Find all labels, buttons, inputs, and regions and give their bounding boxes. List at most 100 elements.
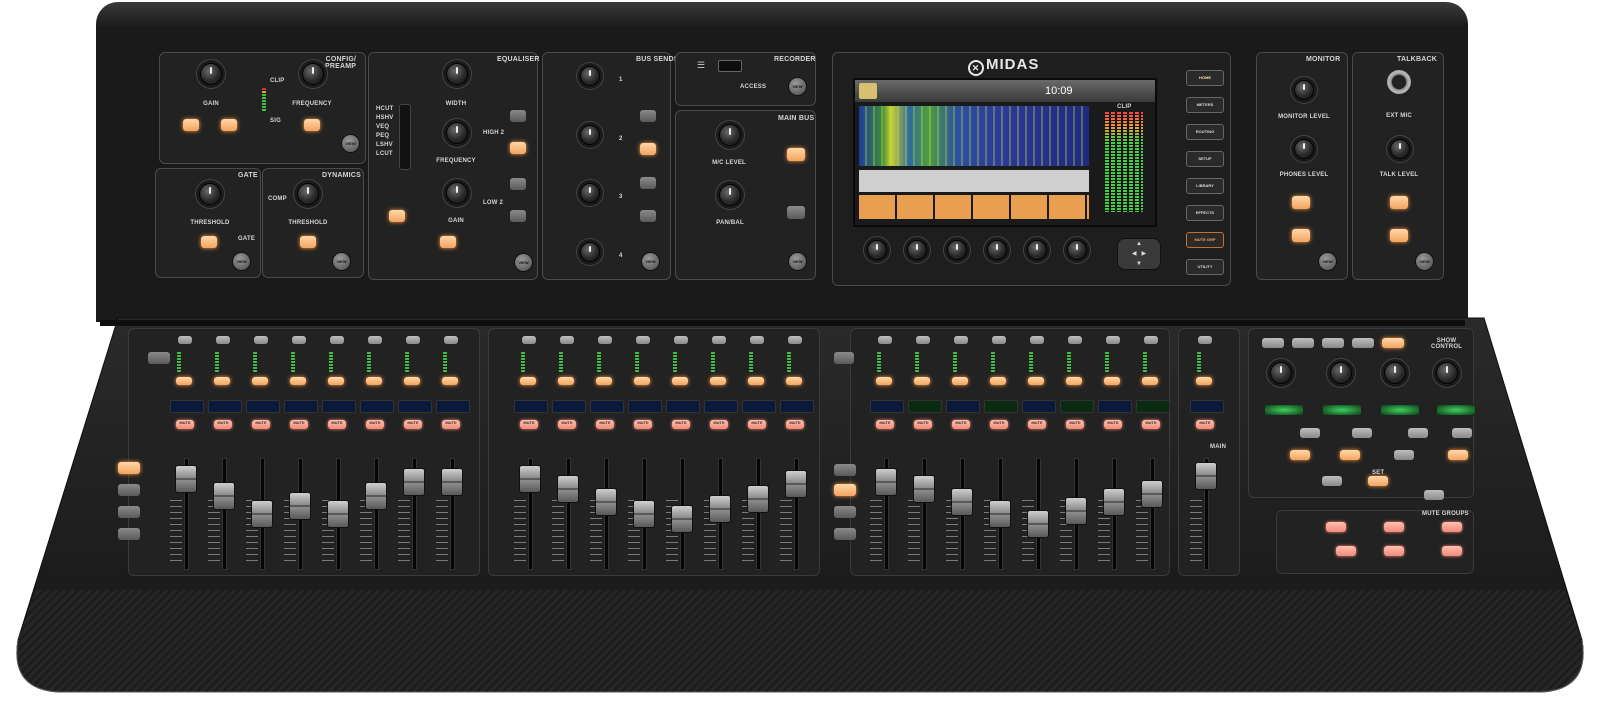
channel-select-button-21[interactable] bbox=[1030, 336, 1044, 344]
bus-sends-view-button[interactable]: VIEW bbox=[641, 252, 660, 271]
channel-solo-button-6[interactable] bbox=[366, 377, 382, 385]
fader-cap-2[interactable] bbox=[213, 482, 235, 510]
channel-solo-button-3[interactable] bbox=[252, 377, 268, 385]
fader-cap-16[interactable] bbox=[785, 470, 807, 498]
fader-cap-9[interactable] bbox=[519, 465, 541, 493]
channel-solo-button-10[interactable] bbox=[558, 377, 574, 385]
talk-a-button[interactable] bbox=[1390, 196, 1408, 209]
assignable-knob-4[interactable] bbox=[1436, 362, 1458, 384]
home-button[interactable]: HOME bbox=[1186, 70, 1224, 86]
bus-sends-bank-2[interactable] bbox=[640, 143, 656, 155]
eq-hi-shelf-button[interactable] bbox=[510, 142, 526, 154]
assignable-key-3[interactable] bbox=[1408, 428, 1428, 438]
mute-group-key-4[interactable] bbox=[1336, 546, 1356, 556]
fader-cap-4[interactable] bbox=[289, 492, 311, 520]
channel-solo-button-8[interactable] bbox=[442, 377, 458, 385]
assignable-key-8[interactable] bbox=[1448, 450, 1468, 460]
fader-cap-19[interactable] bbox=[951, 488, 973, 516]
fader-cap-25[interactable] bbox=[1195, 462, 1217, 490]
channel-select-button-4[interactable] bbox=[292, 336, 306, 344]
channel-mute-button-21[interactable]: MUTE bbox=[1028, 420, 1046, 429]
channel-solo-button-14[interactable] bbox=[710, 377, 726, 385]
fader-cap-1[interactable] bbox=[175, 465, 197, 493]
bus-send-1-knob[interactable] bbox=[580, 66, 600, 86]
eq-low2-button[interactable] bbox=[510, 178, 526, 190]
channel-select-button-12[interactable] bbox=[636, 336, 650, 344]
assignable-knob-1[interactable] bbox=[1270, 362, 1292, 384]
channel-solo-button-17[interactable] bbox=[876, 377, 892, 385]
centre-bank-button-2[interactable] bbox=[834, 484, 856, 496]
channel-solo-button-15[interactable] bbox=[748, 377, 764, 385]
config-view-button[interactable]: VIEW bbox=[341, 134, 360, 153]
navigation-pad[interactable]: ▲ ◀ ▶ ▼ bbox=[1117, 238, 1161, 270]
channel-select-button-23[interactable] bbox=[1106, 336, 1120, 344]
monitor-mono-button[interactable] bbox=[1292, 196, 1310, 209]
eq-view-button[interactable]: VIEW bbox=[514, 253, 533, 272]
assignable-key-4[interactable] bbox=[1452, 428, 1472, 438]
mute-group-key-5[interactable] bbox=[1384, 546, 1404, 556]
channel-mute-button-5[interactable]: MUTE bbox=[328, 420, 346, 429]
gate-button[interactable] bbox=[201, 236, 217, 248]
fader-cap-12[interactable] bbox=[633, 500, 655, 528]
fader-cap-20[interactable] bbox=[989, 500, 1011, 528]
layer-button-3[interactable] bbox=[118, 506, 140, 518]
show-control-key-3[interactable] bbox=[1322, 338, 1344, 348]
channel-select-button-2[interactable] bbox=[216, 336, 230, 344]
channel-mute-button-25[interactable]: MUTE bbox=[1196, 420, 1214, 429]
centre-bank-button-1[interactable] bbox=[834, 464, 856, 476]
channel-solo-button-24[interactable] bbox=[1142, 377, 1158, 385]
fader-cap-3[interactable] bbox=[251, 500, 273, 528]
channel-mute-button-22[interactable]: MUTE bbox=[1066, 420, 1084, 429]
channel-mute-button-2[interactable]: MUTE bbox=[214, 420, 232, 429]
channel-mute-button-13[interactable]: MUTE bbox=[672, 420, 690, 429]
eq-frequency-knob[interactable] bbox=[446, 122, 468, 144]
phones-level-knob[interactable] bbox=[1294, 139, 1314, 159]
phantom-button[interactable] bbox=[183, 119, 199, 131]
screen-encoder-2[interactable] bbox=[907, 240, 927, 260]
channel-solo-button-25[interactable] bbox=[1196, 377, 1212, 385]
centre-bank-button-4[interactable] bbox=[834, 528, 856, 540]
main-bus-view-button[interactable]: VIEW bbox=[788, 252, 807, 271]
talk-b-button[interactable] bbox=[1390, 229, 1408, 242]
eq-in-button[interactable] bbox=[389, 210, 405, 222]
channel-mute-button-11[interactable]: MUTE bbox=[596, 420, 614, 429]
channel-mute-button-16[interactable]: MUTE bbox=[786, 420, 804, 429]
screen-encoder-4[interactable] bbox=[987, 240, 1007, 260]
channel-solo-button-9[interactable] bbox=[520, 377, 536, 385]
centre-select-button[interactable] bbox=[834, 352, 854, 364]
assignable-knob-2[interactable] bbox=[1330, 362, 1352, 384]
show-control-key-2[interactable] bbox=[1292, 338, 1314, 348]
main-stereo-button[interactable] bbox=[787, 206, 805, 219]
channel-select-button-8[interactable] bbox=[444, 336, 458, 344]
phase-button[interactable] bbox=[221, 119, 237, 131]
channel-select-button-1[interactable] bbox=[178, 336, 192, 344]
channel-select-button-13[interactable] bbox=[674, 336, 688, 344]
fader-cap-13[interactable] bbox=[671, 505, 693, 533]
fader-cap-21[interactable] bbox=[1027, 510, 1049, 538]
mute-group-key-3[interactable] bbox=[1442, 522, 1462, 532]
fader-cap-18[interactable] bbox=[913, 475, 935, 503]
dynamics-threshold-knob[interactable] bbox=[297, 183, 319, 205]
eq-lpf-button[interactable] bbox=[510, 210, 526, 222]
channel-mute-button-9[interactable]: MUTE bbox=[520, 420, 538, 429]
utility-button[interactable]: UTILITY bbox=[1186, 259, 1224, 275]
channel-mute-button-19[interactable]: MUTE bbox=[952, 420, 970, 429]
mute-group-key-6[interactable] bbox=[1442, 546, 1462, 556]
channel-solo-button-7[interactable] bbox=[404, 377, 420, 385]
channel-select-button-19[interactable] bbox=[954, 336, 968, 344]
monitor-dim-button[interactable] bbox=[1292, 229, 1310, 242]
centre-bank-button-3[interactable] bbox=[834, 506, 856, 518]
channel-select-button-22[interactable] bbox=[1068, 336, 1082, 344]
channel-solo-button-2[interactable] bbox=[214, 377, 230, 385]
channel-select-button-15[interactable] bbox=[750, 336, 764, 344]
channel-mute-button-10[interactable]: MUTE bbox=[558, 420, 576, 429]
channel-mute-button-15[interactable]: MUTE bbox=[748, 420, 766, 429]
channel-select-button-5[interactable] bbox=[330, 336, 344, 344]
frequency-knob[interactable] bbox=[302, 63, 324, 85]
channel-mute-button-7[interactable]: MUTE bbox=[404, 420, 422, 429]
usb-port[interactable] bbox=[718, 60, 742, 72]
channel-solo-button-12[interactable] bbox=[634, 377, 650, 385]
eq-eq-button[interactable] bbox=[440, 236, 456, 248]
channel-select-button-25[interactable] bbox=[1198, 336, 1212, 344]
talk-level-knob[interactable] bbox=[1390, 139, 1410, 159]
